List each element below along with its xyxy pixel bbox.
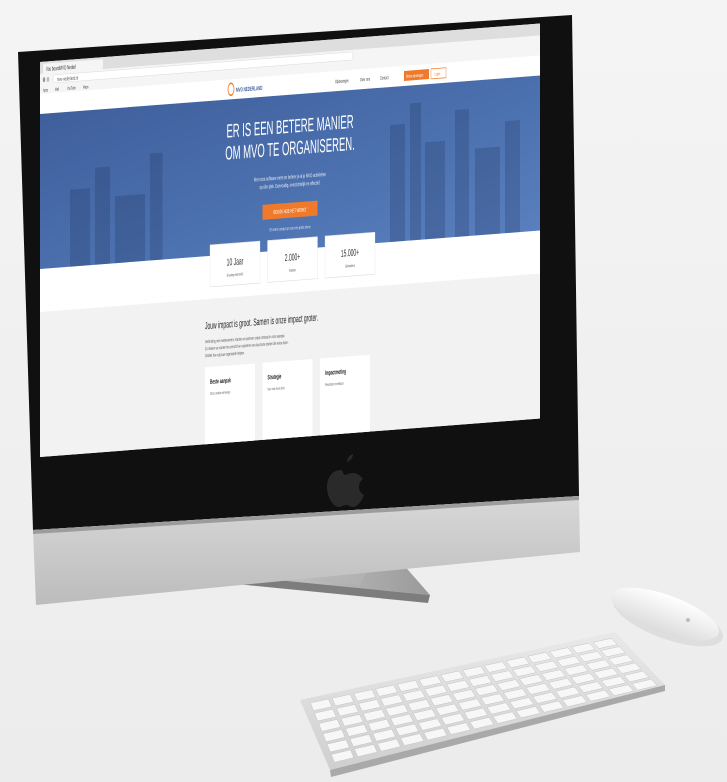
feature-card-3[interactable] xyxy=(320,354,370,436)
screen: Vos boardMVO Nederl mvo-nederland.nl App… xyxy=(40,23,540,457)
bookmark-3[interactable]: YouTube xyxy=(67,85,76,91)
stat-value-1: 10 Jaar xyxy=(227,255,244,268)
feature-card-title-3: Impactmeting xyxy=(325,368,346,377)
bookmark-1[interactable]: Apps xyxy=(43,88,48,93)
nav-item-3[interactable]: Contact xyxy=(380,74,389,81)
feature-card-1[interactable] xyxy=(205,363,255,445)
stat-value-3: 15.000+ xyxy=(341,247,359,260)
bookmark-4[interactable]: Maps xyxy=(83,84,89,89)
feature-card-title-2: Strategie xyxy=(268,373,282,382)
bookmark-2[interactable]: Mail xyxy=(55,87,59,92)
nav-item-1[interactable]: Oplossingen xyxy=(335,77,349,84)
stat-label-2: Klanten xyxy=(289,267,296,273)
nav-item-2[interactable]: Over ons xyxy=(360,76,370,83)
feature-card-title-1: Beste aanpak xyxy=(210,377,231,386)
feature-card-2[interactable] xyxy=(262,359,313,440)
imac-scene: Vos boardMVO Nederl mvo-nederland.nl App… xyxy=(18,15,723,777)
stat-label-3: Gebruikers xyxy=(345,263,355,269)
nav-cta-secondary-label: Login xyxy=(435,71,441,76)
keyboard xyxy=(300,632,665,777)
stat-value-2: 2.000+ xyxy=(285,251,301,264)
